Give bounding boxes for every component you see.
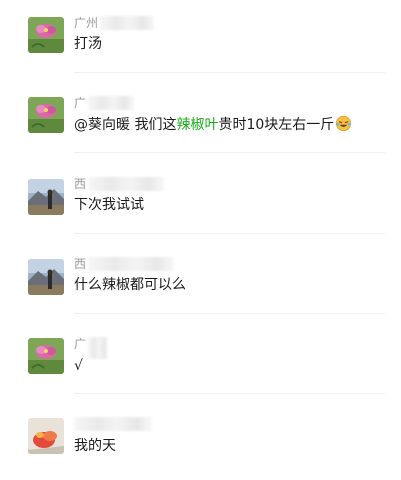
divider (74, 233, 385, 234)
flower-avatar-image (28, 17, 64, 53)
mention[interactable]: @葵向暖 (74, 117, 130, 133)
flower-avatar-image (28, 338, 64, 374)
highlight-link[interactable]: 辣椒叶 (176, 117, 218, 133)
author-name[interactable] (74, 417, 152, 431)
divider (74, 72, 385, 73)
redaction-blur (100, 16, 155, 30)
comment-item[interactable]: 广 @葵向暖 我们这辣椒叶贵时10块左右一斤 (0, 80, 401, 160)
author-name[interactable]: 西 (74, 177, 165, 191)
mountain-avatar-image (28, 259, 64, 295)
mountain-avatar-image (28, 179, 64, 215)
comment-text: 下次我试试 (74, 197, 144, 213)
author-name[interactable]: 广州 (74, 16, 155, 30)
comment-item[interactable]: 西 下次我试试 (0, 160, 401, 240)
avatar[interactable] (28, 259, 64, 295)
avatar[interactable] (28, 418, 64, 454)
divider (74, 152, 385, 153)
avatar[interactable] (28, 97, 64, 133)
avatar[interactable] (28, 179, 64, 215)
comment-text: 什么辣椒都可以么 (74, 277, 186, 293)
comment-item[interactable]: 广 √ (0, 320, 401, 400)
author-name[interactable]: 西 (74, 257, 175, 271)
comment-text: 打汤 (74, 36, 102, 52)
author-name[interactable]: 广 (74, 96, 135, 110)
comment-item[interactable]: 西 什么辣椒都可以么 (0, 240, 401, 320)
redaction-blur (88, 96, 135, 110)
divider (74, 393, 385, 394)
redaction-blur (88, 257, 175, 271)
comment-item[interactable]: 广州 打汤 (0, 0, 401, 80)
author-name[interactable]: 广 (74, 337, 109, 359)
comment-text: √ (74, 358, 83, 374)
laughing-tears-icon (336, 115, 352, 132)
comment-text: @葵向暖 我们这辣椒叶贵时10块左右一斤 (74, 115, 352, 134)
fruit-avatar-image (28, 418, 64, 454)
redaction-blur (88, 337, 109, 359)
redaction-blur (88, 177, 165, 191)
divider (74, 313, 385, 314)
redaction-blur (74, 417, 152, 431)
flower-avatar-image (28, 97, 64, 133)
comment-text: 我的天 (74, 438, 116, 454)
comment-feed: 广州 打汤 广 @葵向暖 我们这辣椒叶贵时10块左右一斤 西 下次我试试 西 什… (0, 0, 401, 472)
avatar[interactable] (28, 17, 64, 53)
avatar[interactable] (28, 338, 64, 374)
comment-item[interactable]: 我的天 (0, 400, 401, 480)
